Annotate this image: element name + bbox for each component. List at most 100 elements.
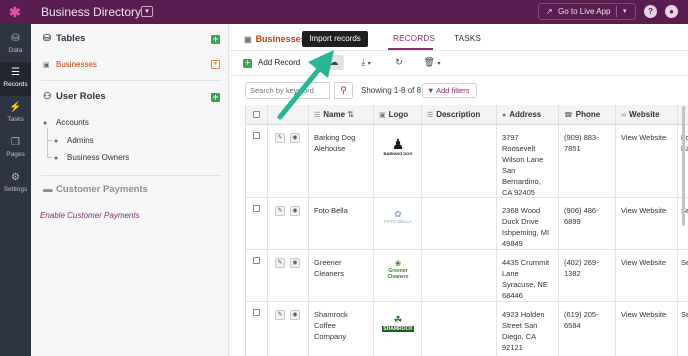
edit-icon[interactable]: ✎ — [275, 310, 285, 320]
nav-pages[interactable]: ❐ Pages — [0, 132, 31, 166]
sidebar-item-accounts[interactable]: ● Accounts — [43, 118, 89, 127]
customer-payments-label: Customer Payments — [56, 184, 148, 195]
map-pin-icon: ● — [502, 112, 507, 119]
name-cell: Shamrock Coffee Company — [309, 302, 374, 356]
column-header-phone[interactable]: ☎ Phone — [559, 105, 616, 125]
description-cell — [422, 302, 497, 356]
row-checkbox[interactable] — [253, 132, 260, 139]
sidebar-item-label: Accounts — [56, 118, 89, 127]
row-actions-cell: ✎ ◉ — [268, 198, 309, 250]
refresh-button[interactable]: ↻ — [392, 55, 406, 70]
sidebar-item-business-owners[interactable]: ● Business Owners — [54, 153, 129, 162]
column-header-logo[interactable]: ▣ Logo — [374, 105, 422, 125]
select-all-checkbox[interactable] — [253, 111, 260, 118]
image-icon: ▣ — [379, 112, 386, 119]
tab-tasks[interactable]: TASKS — [454, 34, 481, 43]
vertical-scrollbar[interactable] — [682, 106, 685, 226]
description-cell — [422, 125, 497, 198]
row-select-cell — [246, 125, 268, 198]
truncated-cell: Se — [678, 302, 688, 356]
name-cell: Foto Bella — [309, 198, 374, 250]
app-menu-chevron-icon[interactable]: ▾ — [141, 6, 153, 17]
row-checkbox[interactable] — [253, 309, 260, 316]
view-icon[interactable]: ◉ — [290, 206, 300, 216]
pages-icon: ❐ — [11, 137, 20, 148]
foto-bella-logo: ✿ FOTO BELLA — [384, 209, 412, 224]
phone-icon: ☎ — [564, 112, 573, 119]
edit-icon[interactable]: ✎ — [275, 206, 285, 216]
chevron-down-icon[interactable]: ▾ — [623, 7, 627, 15]
edit-icon[interactable]: ✎ — [275, 258, 285, 268]
view-website-link[interactable]: View Website — [621, 206, 666, 215]
tree-line — [47, 140, 52, 141]
page-title: ▣ Businesses — [244, 34, 306, 44]
edit-icon[interactable]: ✎ — [275, 133, 285, 143]
sidebar-item-admins[interactable]: ● Admins — [54, 136, 94, 145]
user-roles-heading: ⚇ User Roles — [43, 91, 106, 102]
column-description-label: Description — [436, 110, 481, 119]
table-options-chevron-icon[interactable]: ▾ — [211, 60, 220, 69]
address-cell: 4435 Crummit Lane Syracuse, NE 68446 — [497, 250, 559, 302]
go-live-button[interactable]: ↗ Go to Live App ▾ — [538, 3, 636, 20]
logo-text: FOTO BELLA — [384, 219, 412, 224]
sidebar-item-label: Business Owners — [67, 153, 130, 162]
enable-payments-link[interactable]: Enable Customer Payments — [40, 211, 140, 220]
tab-records[interactable]: RECORDS — [393, 34, 435, 43]
nav-records[interactable]: ☰ Records — [0, 62, 31, 96]
help-icon[interactable]: ? — [644, 5, 657, 18]
name-cell: Greener Cleaners — [309, 250, 374, 302]
app-title[interactable]: Business Directory — [41, 5, 141, 19]
view-website-link[interactable]: View Website — [621, 310, 666, 319]
view-icon[interactable]: ◉ — [290, 133, 300, 143]
nav-settings[interactable]: ⚙ Settings — [0, 167, 31, 201]
left-nav: ⛁ Data ☰ Records ⚡ Tasks ❐ Pages ⚙ Setti… — [0, 24, 31, 356]
view-website-link[interactable]: View Website — [621, 133, 666, 142]
delete-button[interactable]: 🗑 ▾ — [421, 55, 443, 70]
view-icon[interactable]: ◉ — [290, 310, 300, 320]
add-filters-button[interactable]: ▼ Add filters — [422, 83, 477, 98]
button-divider — [616, 6, 617, 17]
nav-tasks-label: Tasks — [7, 116, 24, 123]
top-bar: ✱ Business Directory ▾ ↗ Go to Live App … — [0, 0, 688, 24]
view-website-link[interactable]: View Website — [621, 258, 666, 267]
nav-data[interactable]: ⛁ Data — [0, 28, 31, 62]
add-user-role-button[interactable]: + — [211, 93, 220, 102]
logo-text: Greener Cleaners — [387, 267, 409, 280]
plus-icon: + — [243, 59, 252, 68]
view-icon[interactable]: ◉ — [290, 258, 300, 268]
nav-settings-label: Settings — [3, 186, 28, 193]
sidebar-item-businesses[interactable]: ▣ Businesses — [43, 60, 97, 69]
barking-dog-logo: ♟ BARKING DOG — [383, 135, 413, 156]
records-table: ☰ Name ⇅ ▣ Logo ☰ Description ● Address ☎ Pho… — [245, 105, 688, 356]
bolt-icon: ⚡ — [9, 102, 22, 113]
database-icon: ⛁ — [43, 33, 51, 44]
column-header-address[interactable]: ● Address — [497, 105, 559, 125]
nav-tasks[interactable]: ⚡ Tasks — [0, 97, 31, 131]
user-account-icon[interactable]: ● — [665, 5, 678, 18]
website-cell: View Website — [616, 198, 678, 250]
description-cell — [422, 198, 497, 250]
logo-cell: ♟ BARKING DOG — [374, 125, 422, 198]
address-cell: 2368 Wood Duck Drive Ishpeming, MI 49849 — [497, 198, 559, 250]
description-cell — [422, 250, 497, 302]
row-checkbox[interactable] — [253, 257, 260, 264]
row-checkbox[interactable] — [253, 205, 260, 212]
column-header-website[interactable]: ∞ Website — [616, 105, 678, 125]
column-address-label: Address — [509, 110, 542, 119]
export-button[interactable]: ⤓ ▾ — [355, 55, 377, 70]
table-icon: ▣ — [244, 35, 252, 44]
logo-cell: ❀ Greener Cleaners — [374, 250, 422, 302]
refresh-icon: ↻ — [395, 57, 403, 67]
callout-arrow-icon — [277, 50, 334, 120]
column-header-description[interactable]: ☰ Description — [422, 105, 497, 125]
nav-pages-label: Pages — [6, 151, 25, 158]
divider — [41, 175, 221, 176]
name-cell: Barking Dog Alehouse — [309, 125, 374, 198]
phone-cell: (909) 883-7851 — [559, 125, 616, 198]
external-link-icon: ↗ — [546, 7, 553, 16]
database-icon: ⛁ — [11, 33, 20, 44]
divider — [41, 80, 221, 81]
user-icon: ● — [54, 155, 59, 162]
credit-card-icon: ▬ — [43, 184, 53, 195]
add-table-button[interactable]: + — [211, 35, 220, 44]
